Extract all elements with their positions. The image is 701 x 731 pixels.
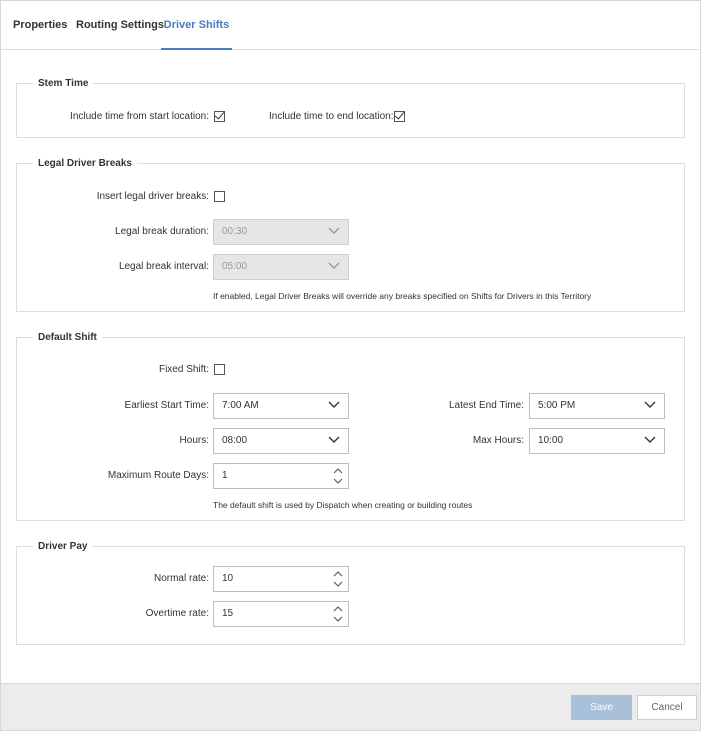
driver-pay-group: Driver Pay bbox=[16, 540, 685, 645]
hours-label: Hours: bbox=[179, 435, 209, 446]
tab-properties[interactable]: Properties bbox=[13, 0, 67, 50]
normal-rate-label: Normal rate: bbox=[153, 573, 209, 584]
include-start-checkbox[interactable] bbox=[214, 109, 225, 122]
fixed-shift-label: Fixed Shift: bbox=[158, 364, 209, 375]
earliest-start-select[interactable]: 7:00 AM bbox=[213, 393, 349, 419]
cancel-button[interactable]: Cancel bbox=[637, 695, 697, 720]
insert-breaks-checkbox[interactable] bbox=[214, 191, 225, 202]
max-hours-value: 10:00 bbox=[538, 435, 564, 446]
break-interval-select: 05:00 bbox=[213, 254, 349, 280]
legal-breaks-note: If enabled, Legal Driver Breaks will ove… bbox=[213, 291, 592, 301]
fixed-shift-checkbox[interactable] bbox=[214, 364, 225, 375]
max-route-days-value: 1 bbox=[222, 470, 228, 481]
checkmark-icon bbox=[394, 109, 405, 120]
overtime-rate-label: Overtime rate: bbox=[145, 608, 209, 619]
latest-end-select[interactable]: 5:00 PM bbox=[529, 393, 665, 419]
max-hours-label: Max Hours: bbox=[472, 435, 524, 446]
chevron-down-icon bbox=[644, 401, 656, 408]
overtime-rate-stepper[interactable]: 15 bbox=[213, 601, 349, 627]
max-hours-select[interactable]: 10:00 bbox=[529, 428, 665, 454]
break-duration-value: 00:30 bbox=[222, 226, 248, 237]
latest-end-label: Latest End Time: bbox=[448, 400, 524, 411]
save-button[interactable]: Save bbox=[571, 695, 632, 720]
chevron-down-icon bbox=[328, 262, 340, 269]
break-interval-value: 05:00 bbox=[222, 261, 248, 272]
normal-rate-value: 10 bbox=[222, 573, 234, 584]
hours-select[interactable]: 08:00 bbox=[213, 428, 349, 454]
tab-routing-settings[interactable]: Routing Settings bbox=[76, 0, 164, 50]
chevron-down-icon[interactable] bbox=[333, 616, 343, 623]
tab-driver-shifts[interactable]: Driver Shifts bbox=[161, 0, 232, 50]
dialog-footer: Save Cancel bbox=[1, 683, 700, 730]
default-shift-note: The default shift is used by Dispatch wh… bbox=[213, 500, 473, 510]
break-duration-select: 00:30 bbox=[213, 219, 349, 245]
driver-pay-legend: Driver Pay bbox=[33, 540, 93, 554]
include-end-checkbox[interactable] bbox=[394, 109, 405, 122]
chevron-up-icon[interactable] bbox=[333, 467, 343, 474]
hours-value: 08:00 bbox=[222, 435, 248, 446]
chevron-down-icon[interactable] bbox=[333, 581, 343, 588]
chevron-down-icon[interactable] bbox=[333, 478, 343, 485]
chevron-down-icon bbox=[328, 401, 340, 408]
max-route-days-stepper[interactable]: 1 bbox=[213, 463, 349, 489]
normal-rate-stepper[interactable]: 10 bbox=[213, 566, 349, 592]
chevron-down-icon bbox=[644, 436, 656, 443]
insert-breaks-label: Insert legal driver breaks: bbox=[96, 191, 209, 202]
break-interval-label: Legal break interval: bbox=[118, 261, 209, 272]
overtime-rate-value: 15 bbox=[222, 608, 234, 619]
include-start-label: Include time from start location: bbox=[70, 111, 209, 122]
latest-end-value: 5:00 PM bbox=[538, 400, 576, 411]
chevron-up-icon[interactable] bbox=[333, 570, 343, 577]
tab-bar: Properties Routing Settings Driver Shift… bbox=[0, 0, 699, 50]
legal-breaks-legend: Legal Driver Breaks bbox=[33, 157, 137, 171]
chevron-down-icon bbox=[328, 227, 340, 234]
earliest-start-label: Earliest Start Time: bbox=[124, 400, 209, 411]
stem-time-legend: Stem Time bbox=[33, 77, 94, 91]
checkmark-icon bbox=[214, 109, 225, 120]
chevron-up-icon[interactable] bbox=[333, 605, 343, 612]
default-shift-legend: Default Shift bbox=[33, 331, 102, 345]
earliest-start-value: 7:00 AM bbox=[222, 400, 259, 411]
include-end-label: Include time to end location: bbox=[269, 111, 394, 122]
break-duration-label: Legal break duration: bbox=[115, 226, 209, 237]
max-route-days-label: Maximum Route Days: bbox=[107, 470, 209, 481]
chevron-down-icon bbox=[328, 436, 340, 443]
